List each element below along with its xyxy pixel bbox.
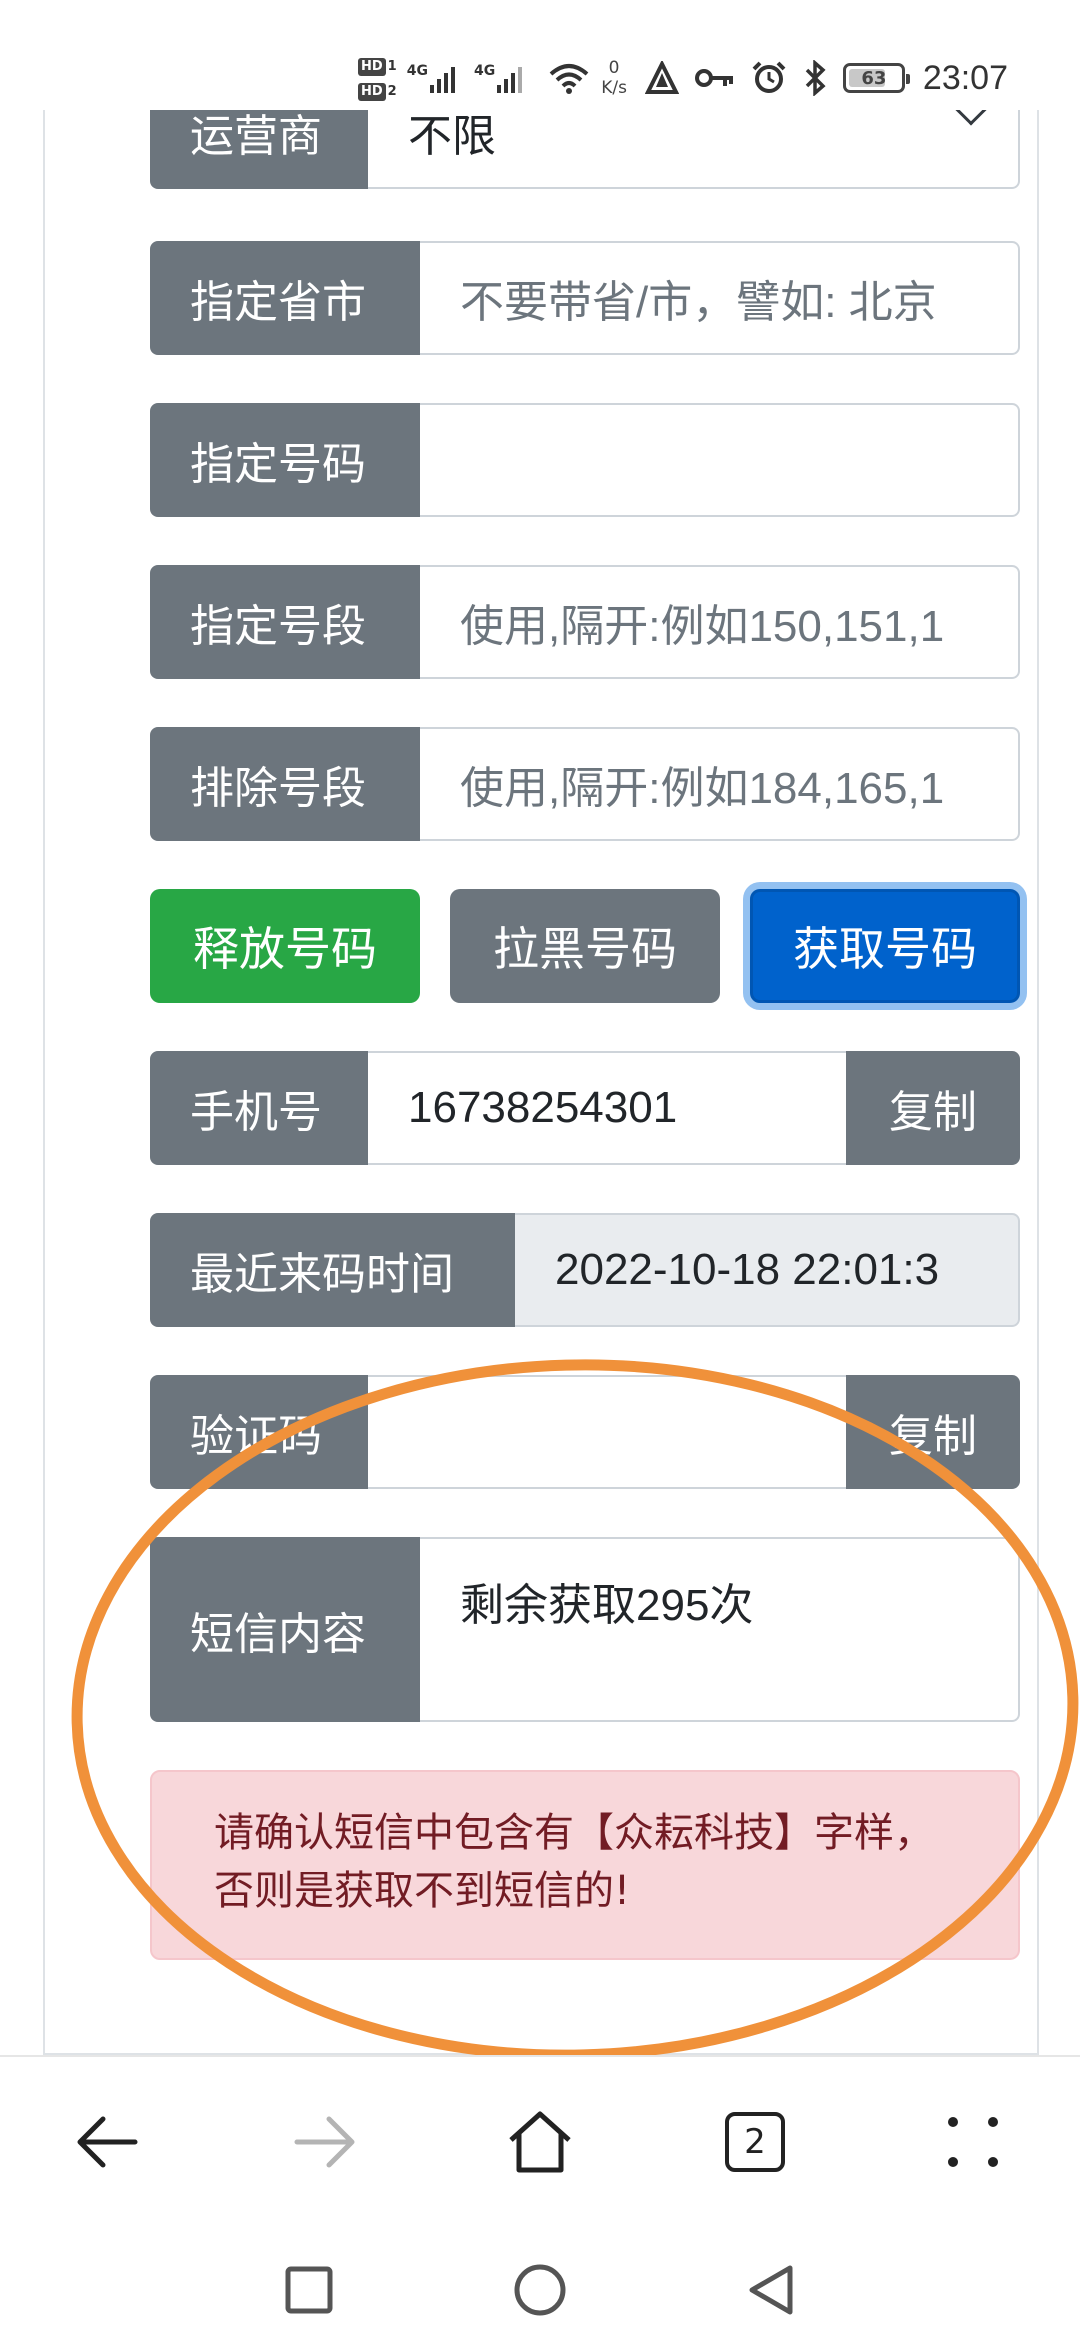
sms-textarea[interactable]: 剩余获取295次 — [420, 1537, 1020, 1722]
signal-2-icon: 4G — [474, 63, 527, 93]
copy-phone-button[interactable]: 复制 — [846, 1051, 1020, 1165]
sms-row: 短信内容 剩余获取295次 — [150, 1537, 1020, 1722]
network-speed: 0 K/s — [601, 58, 627, 98]
carrier-select-value: 不限 — [408, 112, 496, 161]
get-number-button[interactable]: 获取号码 — [750, 889, 1020, 1003]
province-label: 指定省市 — [150, 241, 420, 355]
carrier-label: 运营商 — [150, 110, 368, 189]
more-menu-button[interactable] — [918, 2087, 1028, 2197]
home-circle-icon — [514, 2264, 566, 2316]
battery-level: 63 — [861, 67, 887, 89]
more-menu-icon — [948, 2117, 998, 2167]
system-home-button[interactable] — [505, 2255, 575, 2325]
warning-alert: 请确认短信中包含有【众耘科技】字样，否则是获取不到短信的! — [150, 1770, 1020, 1960]
hd2-number: 2 — [387, 84, 397, 99]
tabs-button[interactable]: 2 — [700, 2087, 810, 2197]
recents-square-icon — [285, 2266, 333, 2314]
code-input[interactable] — [368, 1375, 846, 1489]
alarm-icon — [751, 60, 787, 96]
forward-arrow-icon — [294, 2116, 355, 2168]
exclude-row: 排除号段 使用,隔开:例如184,165,1 — [150, 727, 1020, 841]
alert-text: 请确认短信中包含有【众耘科技】字样，否则是获取不到短信的! — [214, 1810, 934, 1914]
prefix-row: 指定号段 使用,隔开:例如150,151,1 — [150, 565, 1020, 679]
battery-icon: 63 — [842, 63, 910, 93]
speed-unit: K/s — [601, 78, 627, 98]
hd-indicators: HD 1 HD 2 — [358, 55, 397, 101]
back-arrow-icon — [77, 2116, 138, 2168]
system-back-button[interactable] — [736, 2255, 806, 2325]
number-label: 指定号码 — [150, 403, 420, 517]
hd1-number: 1 — [387, 59, 397, 74]
clock: 23:07 — [922, 58, 1009, 97]
exclude-label: 排除号段 — [150, 727, 420, 841]
chevron-down-icon — [955, 110, 987, 126]
key-icon — [694, 66, 735, 90]
exclude-input[interactable]: 使用,隔开:例如184,165,1 — [420, 727, 1020, 841]
form-card: 运营商 不限 指定省市 不要带省/市，譬如: 北京 指定号码 指定号段 使用,隔… — [43, 110, 1039, 2055]
code-label: 验证码 — [150, 1375, 368, 1489]
sms-label: 短信内容 — [150, 1537, 420, 1722]
blacklist-number-button[interactable]: 拉黑号码 — [450, 889, 720, 1003]
prefix-label: 指定号段 — [150, 565, 420, 679]
home-icon — [509, 2111, 571, 2173]
phone-label: 手机号 — [150, 1051, 368, 1165]
copy-code-button[interactable]: 复制 — [846, 1375, 1020, 1489]
bluetooth-icon — [803, 60, 827, 96]
province-row: 指定省市 不要带省/市，譬如: 北京 — [150, 241, 1020, 355]
last-time-input: 2022-10-18 22:01:3 — [515, 1213, 1020, 1327]
home-button[interactable] — [485, 2087, 595, 2197]
hd2-badge: HD — [358, 83, 386, 101]
status-icons: HD 1 HD 2 4G 4G 0 K/s 63 23:07 — [358, 46, 1008, 110]
prefix-input[interactable]: 使用,隔开:例如150,151,1 — [420, 565, 1020, 679]
number-input[interactable] — [420, 403, 1020, 517]
last-time-label: 最近来码时间 — [150, 1213, 515, 1327]
signal-2-label: 4G — [473, 63, 496, 79]
back-triangle-icon — [749, 2265, 793, 2315]
back-button[interactable] — [52, 2087, 162, 2197]
system-navigation — [0, 2230, 1080, 2340]
recents-button[interactable] — [274, 2255, 344, 2325]
tabs-icon: 2 — [725, 2112, 785, 2172]
wifi-icon — [549, 62, 589, 94]
warning-a-icon — [644, 61, 679, 95]
release-number-button[interactable]: 释放号码 — [150, 889, 420, 1003]
forward-button[interactable] — [270, 2087, 380, 2197]
signal-1-icon: 4G — [407, 63, 460, 93]
screen: HD 1 HD 2 4G 4G 0 K/s 63 23:07 运营商 不限 指定… — [0, 0, 1080, 2340]
carrier-row: 运营商 不限 — [150, 110, 1020, 189]
action-buttons: 释放号码 拉黑号码 获取号码 — [150, 889, 1020, 1003]
browser-toolbar: 2 — [0, 2055, 1080, 2230]
code-row: 验证码 复制 — [150, 1375, 1020, 1489]
carrier-select[interactable]: 不限 — [368, 110, 1020, 189]
number-row: 指定号码 — [150, 403, 1020, 517]
phone-row: 手机号 16738254301 复制 — [150, 1051, 1020, 1165]
status-bar: HD 1 HD 2 4G 4G 0 K/s 63 23:07 — [0, 0, 1080, 110]
hd1-badge: HD — [358, 58, 386, 76]
last-time-row: 最近来码时间 2022-10-18 22:01:3 — [150, 1213, 1020, 1327]
tab-count: 2 — [744, 2122, 766, 2162]
speed-value: 0 — [608, 58, 620, 78]
province-input[interactable]: 不要带省/市，譬如: 北京 — [420, 241, 1020, 355]
phone-input[interactable]: 16738254301 — [368, 1051, 846, 1165]
signal-1-label: 4G — [406, 63, 428, 79]
